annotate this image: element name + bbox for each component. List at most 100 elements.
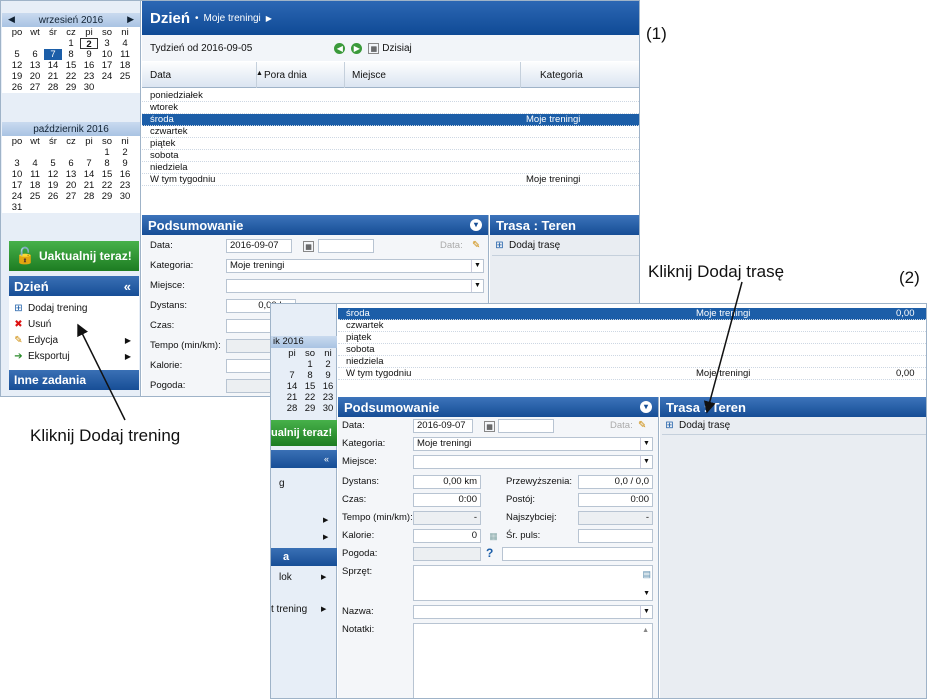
prev-week-icon[interactable]: ◀	[334, 42, 346, 54]
category-select[interactable]: Moje treningi ▼	[413, 437, 653, 451]
time-field[interactable]	[498, 419, 554, 433]
calendar-day[interactable]: 24	[98, 71, 116, 82]
calculator-icon[interactable]: ▦	[488, 531, 499, 542]
calendar-day[interactable]: 23	[319, 392, 337, 403]
column-time-of-day[interactable]: Pora dnia	[264, 70, 307, 81]
column-place[interactable]: Miejsce	[352, 70, 386, 81]
calendar-day[interactable]: 19	[44, 180, 62, 191]
update-now-button[interactable]: 🔓 Uaktualnij teraz!	[9, 241, 139, 271]
menu-export[interactable]: ➔ Eksportuj ▶	[9, 348, 139, 364]
calendar-day[interactable]: 29	[62, 82, 80, 93]
date-field[interactable]: 2016-09-07	[413, 419, 473, 433]
calendar-day[interactable]: 5	[44, 158, 62, 169]
table-row[interactable]: poniedziałek	[142, 90, 639, 102]
calendar-day[interactable]: 25	[116, 71, 134, 82]
calendar-day[interactable]: 22	[98, 180, 116, 191]
calendar-day[interactable]: 7	[283, 370, 301, 381]
stop-field[interactable]: 0:00	[578, 493, 653, 507]
menu-label[interactable]: t trening	[271, 604, 307, 615]
calendar-day[interactable]: 23	[116, 180, 134, 191]
calendar-day[interactable]: 7	[44, 49, 62, 60]
calendar-day[interactable]: 21	[80, 180, 98, 191]
table-row[interactable]: W tym tygodniu Moje treningi	[142, 174, 639, 186]
pencil-icon[interactable]: ✎	[638, 420, 646, 431]
calendar-day[interactable]: 30	[80, 82, 98, 93]
pencil-icon[interactable]: ✎	[472, 240, 480, 251]
calendar-day[interactable]: 5	[8, 49, 26, 60]
table-row[interactable]: środa Moje treningi 0,00	[338, 308, 926, 320]
calendar-day[interactable]: 21	[44, 71, 62, 82]
calendar-day[interactable]: 3	[98, 38, 116, 49]
calendar-day[interactable]: 22	[301, 392, 319, 403]
weather-note-field[interactable]	[502, 547, 653, 561]
expand-icon[interactable]: ▾	[640, 401, 652, 413]
calendar-day[interactable]: 10	[8, 169, 26, 180]
next-week-icon[interactable]: ▶	[351, 42, 363, 54]
calendar-day[interactable]: 2	[80, 38, 98, 50]
other-tasks-header[interactable]: a	[271, 548, 337, 566]
table-row[interactable]: W tym tygodniu Moje treningi 0,00	[338, 368, 926, 380]
collapse-icon[interactable]: «	[124, 279, 131, 294]
calendar-day[interactable]: 2	[116, 147, 134, 158]
calendar-day[interactable]: 9	[116, 158, 134, 169]
calendar-day[interactable]: 15	[62, 60, 80, 71]
calendar-icon[interactable]: ▦	[484, 421, 495, 432]
calendar-day[interactable]: 24	[8, 191, 26, 202]
table-row[interactable]: wtorek	[142, 102, 639, 114]
menu-delete[interactable]: ✖ Usuń	[9, 316, 139, 332]
calendar-day[interactable]: 29	[98, 191, 116, 202]
dropdown-icon[interactable]: ▼	[471, 260, 483, 272]
menu-label[interactable]: lok	[279, 572, 292, 583]
calendar-day[interactable]: 22	[62, 71, 80, 82]
calendar-day[interactable]: 14	[80, 169, 98, 180]
menu-add-training[interactable]: ⊞ Dodaj trening	[9, 300, 139, 316]
table-row[interactable]: niedziela	[142, 162, 639, 174]
calendar-day[interactable]: 11	[116, 49, 134, 60]
calendar-day[interactable]: 10	[98, 49, 116, 60]
calendar-day[interactable]: 28	[80, 191, 98, 202]
calendar-day[interactable]: 26	[8, 82, 26, 93]
calendar-day[interactable]: 12	[8, 60, 26, 71]
today-button[interactable]: Dzisiaj	[382, 43, 411, 54]
table-row[interactable]: czwartek	[142, 126, 639, 138]
calendar-day[interactable]: 2	[319, 359, 337, 370]
calendar-day[interactable]: 7	[80, 158, 98, 169]
dropdown-icon[interactable]: ▼	[640, 606, 652, 618]
calendar-day[interactable]: 11	[26, 169, 44, 180]
calendar-icon[interactable]: ▦	[303, 241, 314, 252]
calendar-day[interactable]: 30	[319, 403, 337, 414]
breadcrumb-arrow-icon[interactable]: ▶	[266, 14, 272, 23]
table-row[interactable]: sobota	[338, 344, 926, 356]
table-row[interactable]: piątek	[142, 138, 639, 150]
calendar-day[interactable]: 20	[62, 180, 80, 191]
calendar-day[interactable]: 8	[62, 49, 80, 60]
calendar-day[interactable]: 17	[98, 60, 116, 71]
prev-month-icon[interactable]: ◀	[8, 14, 15, 25]
menu-label[interactable]: g	[279, 478, 285, 489]
other-tasks-header[interactable]: Inne zadania	[9, 370, 139, 390]
calendar-day[interactable]: 4	[26, 158, 44, 169]
gear-field[interactable]: ▤ ▼	[413, 565, 653, 601]
calendar-day[interactable]: 1	[98, 147, 116, 158]
table-row[interactable]: niedziela	[338, 356, 926, 368]
next-month-icon[interactable]: ▶	[127, 14, 134, 25]
date-field[interactable]: 2016-09-07	[226, 239, 292, 253]
calendar-day[interactable]: 30	[116, 191, 134, 202]
expand-icon[interactable]: ▾	[470, 219, 482, 231]
add-route-button[interactable]: ⊞ Dodaj trasę	[660, 417, 926, 433]
calendar-day[interactable]: 26	[44, 191, 62, 202]
name-select[interactable]: ▼	[413, 605, 653, 619]
calendar-day[interactable]: 25	[26, 191, 44, 202]
calendar-day[interactable]: 16	[319, 381, 337, 392]
dropdown-icon[interactable]: ▼	[640, 456, 652, 468]
scroll-up-icon[interactable]: ▲	[642, 625, 649, 637]
calendar-day[interactable]: 9	[319, 370, 337, 381]
calendar-day[interactable]: 13	[26, 60, 44, 71]
weather-field[interactable]	[413, 547, 481, 561]
day-section-header[interactable]: Dzień «	[9, 276, 139, 296]
place-select[interactable]: ▼	[226, 279, 484, 293]
category-select[interactable]: Moje treningi ▼	[226, 259, 484, 273]
calendar-day[interactable]: 14	[283, 381, 301, 392]
table-row[interactable]: sobota	[142, 150, 639, 162]
calendar-day[interactable]: 6	[26, 49, 44, 60]
